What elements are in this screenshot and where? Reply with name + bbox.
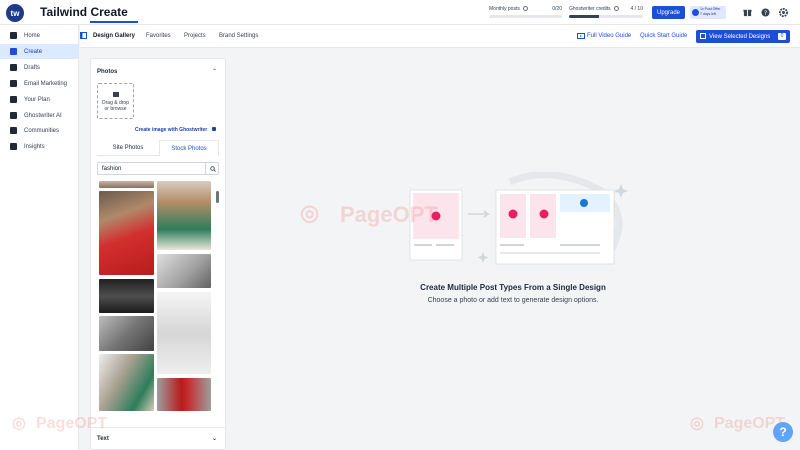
ghostwriter-credits-label: Ghostwriter credits — [569, 6, 611, 12]
ghostwriter-icon — [211, 127, 216, 131]
watermark-logo: ◎ — [12, 415, 26, 432]
watermark-text: PageOPT — [36, 415, 108, 432]
sparkle-icon — [10, 112, 17, 119]
search-icon — [209, 165, 216, 172]
empty-state-title: Create Multiple Post Types From a Single… — [420, 283, 606, 292]
people-icon — [10, 127, 17, 134]
monthly-posts-value: 0/20 — [552, 6, 562, 12]
text-section-header[interactable]: Text ⌄ — [91, 427, 225, 447]
tab-favorites[interactable]: Favorites — [146, 33, 171, 39]
sidebar-item-label: Insights — [24, 143, 45, 150]
text-heading: Text — [97, 436, 109, 442]
calendar-icon — [10, 96, 17, 103]
drop-line-2: or browse — [104, 106, 127, 112]
sidebar: Home Create Drafts Email Marketing Your … — [0, 25, 79, 450]
tab-projects[interactable]: Projects — [184, 33, 206, 39]
view-selected-label: View Selected Designs — [709, 33, 771, 40]
ghostwriter-credits-meter: Ghostwriter credits 4 / 10 — [569, 6, 643, 18]
chevron-down-icon: ⌄ — [211, 436, 217, 442]
stock-photo[interactable] — [157, 292, 211, 374]
selected-count: 0 — [778, 33, 786, 40]
watermark-logo: ◎ — [300, 200, 320, 225]
chevron-up-icon[interactable]: ⌃ — [212, 68, 217, 75]
tab-design-gallery[interactable]: Design Gallery — [93, 33, 135, 39]
view-selected-designs-button[interactable]: View Selected Designs 0 — [696, 30, 790, 43]
active-tab-indicator — [90, 21, 138, 23]
sidebar-item-label: Communities — [24, 127, 60, 134]
help-icon[interactable]: ? — [761, 8, 770, 17]
stock-photo[interactable] — [99, 181, 154, 188]
gift-icon[interactable] — [743, 8, 752, 17]
photos-panel: Photos ⌃ Drag & drop or browse Create im… — [90, 58, 226, 450]
ghostwriter-link-label: Create image with Ghostwriter — [135, 127, 208, 133]
offer-line-2: 7 days left — [700, 11, 716, 16]
tab-stock-photos[interactable]: Stock Photos — [159, 140, 219, 156]
sidebar-item-your-plan[interactable]: Your Plan — [0, 92, 79, 107]
settings-icon[interactable] — [779, 8, 788, 17]
app-logo[interactable]: tw — [6, 4, 24, 22]
photo-search-input[interactable]: fashion — [97, 162, 219, 175]
search-button[interactable] — [205, 162, 219, 175]
full-video-guide-link[interactable]: Full Video Guide — [587, 33, 631, 39]
email-icon — [10, 80, 17, 87]
ghostwriter-credits-bar — [569, 15, 643, 18]
collapse-sidebar-icon[interactable] — [80, 32, 87, 39]
layers-icon — [700, 33, 706, 39]
create-with-ghostwriter-link[interactable]: Create image with Ghostwriter — [135, 127, 216, 133]
sidebar-item-label: Your Plan — [24, 96, 50, 103]
sidebar-item-label: Create — [24, 48, 43, 55]
upload-icon — [113, 92, 119, 97]
help-chat-button[interactable]: ? — [773, 422, 793, 442]
heart-icon — [692, 9, 699, 16]
quick-start-guide-link[interactable]: Quick Start Guide — [640, 33, 687, 39]
stock-photo[interactable] — [99, 279, 154, 313]
svg-text:?: ? — [764, 10, 767, 17]
sidebar-item-email-marketing[interactable]: Email Marketing — [0, 76, 79, 91]
stock-photo[interactable] — [157, 181, 211, 250]
stock-photo[interactable] — [157, 254, 211, 288]
tab-brand-settings[interactable]: Brand Settings — [219, 33, 258, 39]
stock-photo[interactable] — [99, 191, 154, 275]
sidebar-item-insights[interactable]: Insights — [0, 139, 79, 154]
tab-bar: Design Gallery Favorites Projects Brand … — [80, 25, 800, 48]
sidebar-item-ghostwriter-ai[interactable]: Ghostwriter AI — [0, 108, 79, 123]
photos-heading: Photos — [97, 69, 118, 75]
post-offer-badge[interactable]: 1x Post Offer 7 days left — [690, 6, 726, 19]
monthly-posts-label: Monthly posts — [489, 6, 520, 12]
home-icon — [10, 32, 17, 39]
sidebar-item-label: Ghostwriter AI — [24, 112, 62, 119]
sidebar-item-home[interactable]: Home — [0, 28, 79, 43]
chart-icon — [10, 143, 17, 150]
ghostwriter-credits-value: 4 / 10 — [630, 6, 643, 12]
watermark-logo: ◎ — [690, 415, 704, 432]
upload-dropzone[interactable]: Drag & drop or browse — [97, 83, 134, 119]
app-title: Tailwind Create — [40, 5, 128, 19]
sidebar-item-create[interactable]: Create — [0, 44, 79, 59]
drafts-icon — [10, 64, 17, 71]
info-icon — [614, 6, 620, 12]
photo-grid-scrollbar[interactable] — [216, 191, 219, 203]
sidebar-item-label: Drafts — [24, 64, 41, 71]
upgrade-button[interactable]: Upgrade — [652, 6, 685, 19]
stock-photo[interactable] — [157, 378, 211, 411]
sidebar-item-communities[interactable]: Communities — [0, 123, 79, 138]
monthly-posts-meter: Monthly posts 0/20 — [489, 6, 562, 18]
sidebar-item-label: Home — [24, 32, 41, 39]
empty-state-subtitle: Choose a photo or add text to generate d… — [427, 297, 599, 304]
monthly-posts-bar — [489, 15, 562, 18]
stock-photo[interactable] — [99, 354, 154, 411]
tab-site-photos[interactable]: Site Photos — [97, 140, 159, 156]
sidebar-item-drafts[interactable]: Drafts — [0, 60, 79, 75]
pencil-icon — [10, 48, 17, 55]
info-icon — [523, 6, 529, 12]
video-icon — [577, 33, 585, 39]
stock-photo[interactable] — [99, 316, 154, 351]
ghostwriter-credits-fill — [569, 15, 599, 18]
watermark-text: PageOPT — [340, 202, 438, 227]
sidebar-item-label: Email Marketing — [24, 80, 68, 87]
